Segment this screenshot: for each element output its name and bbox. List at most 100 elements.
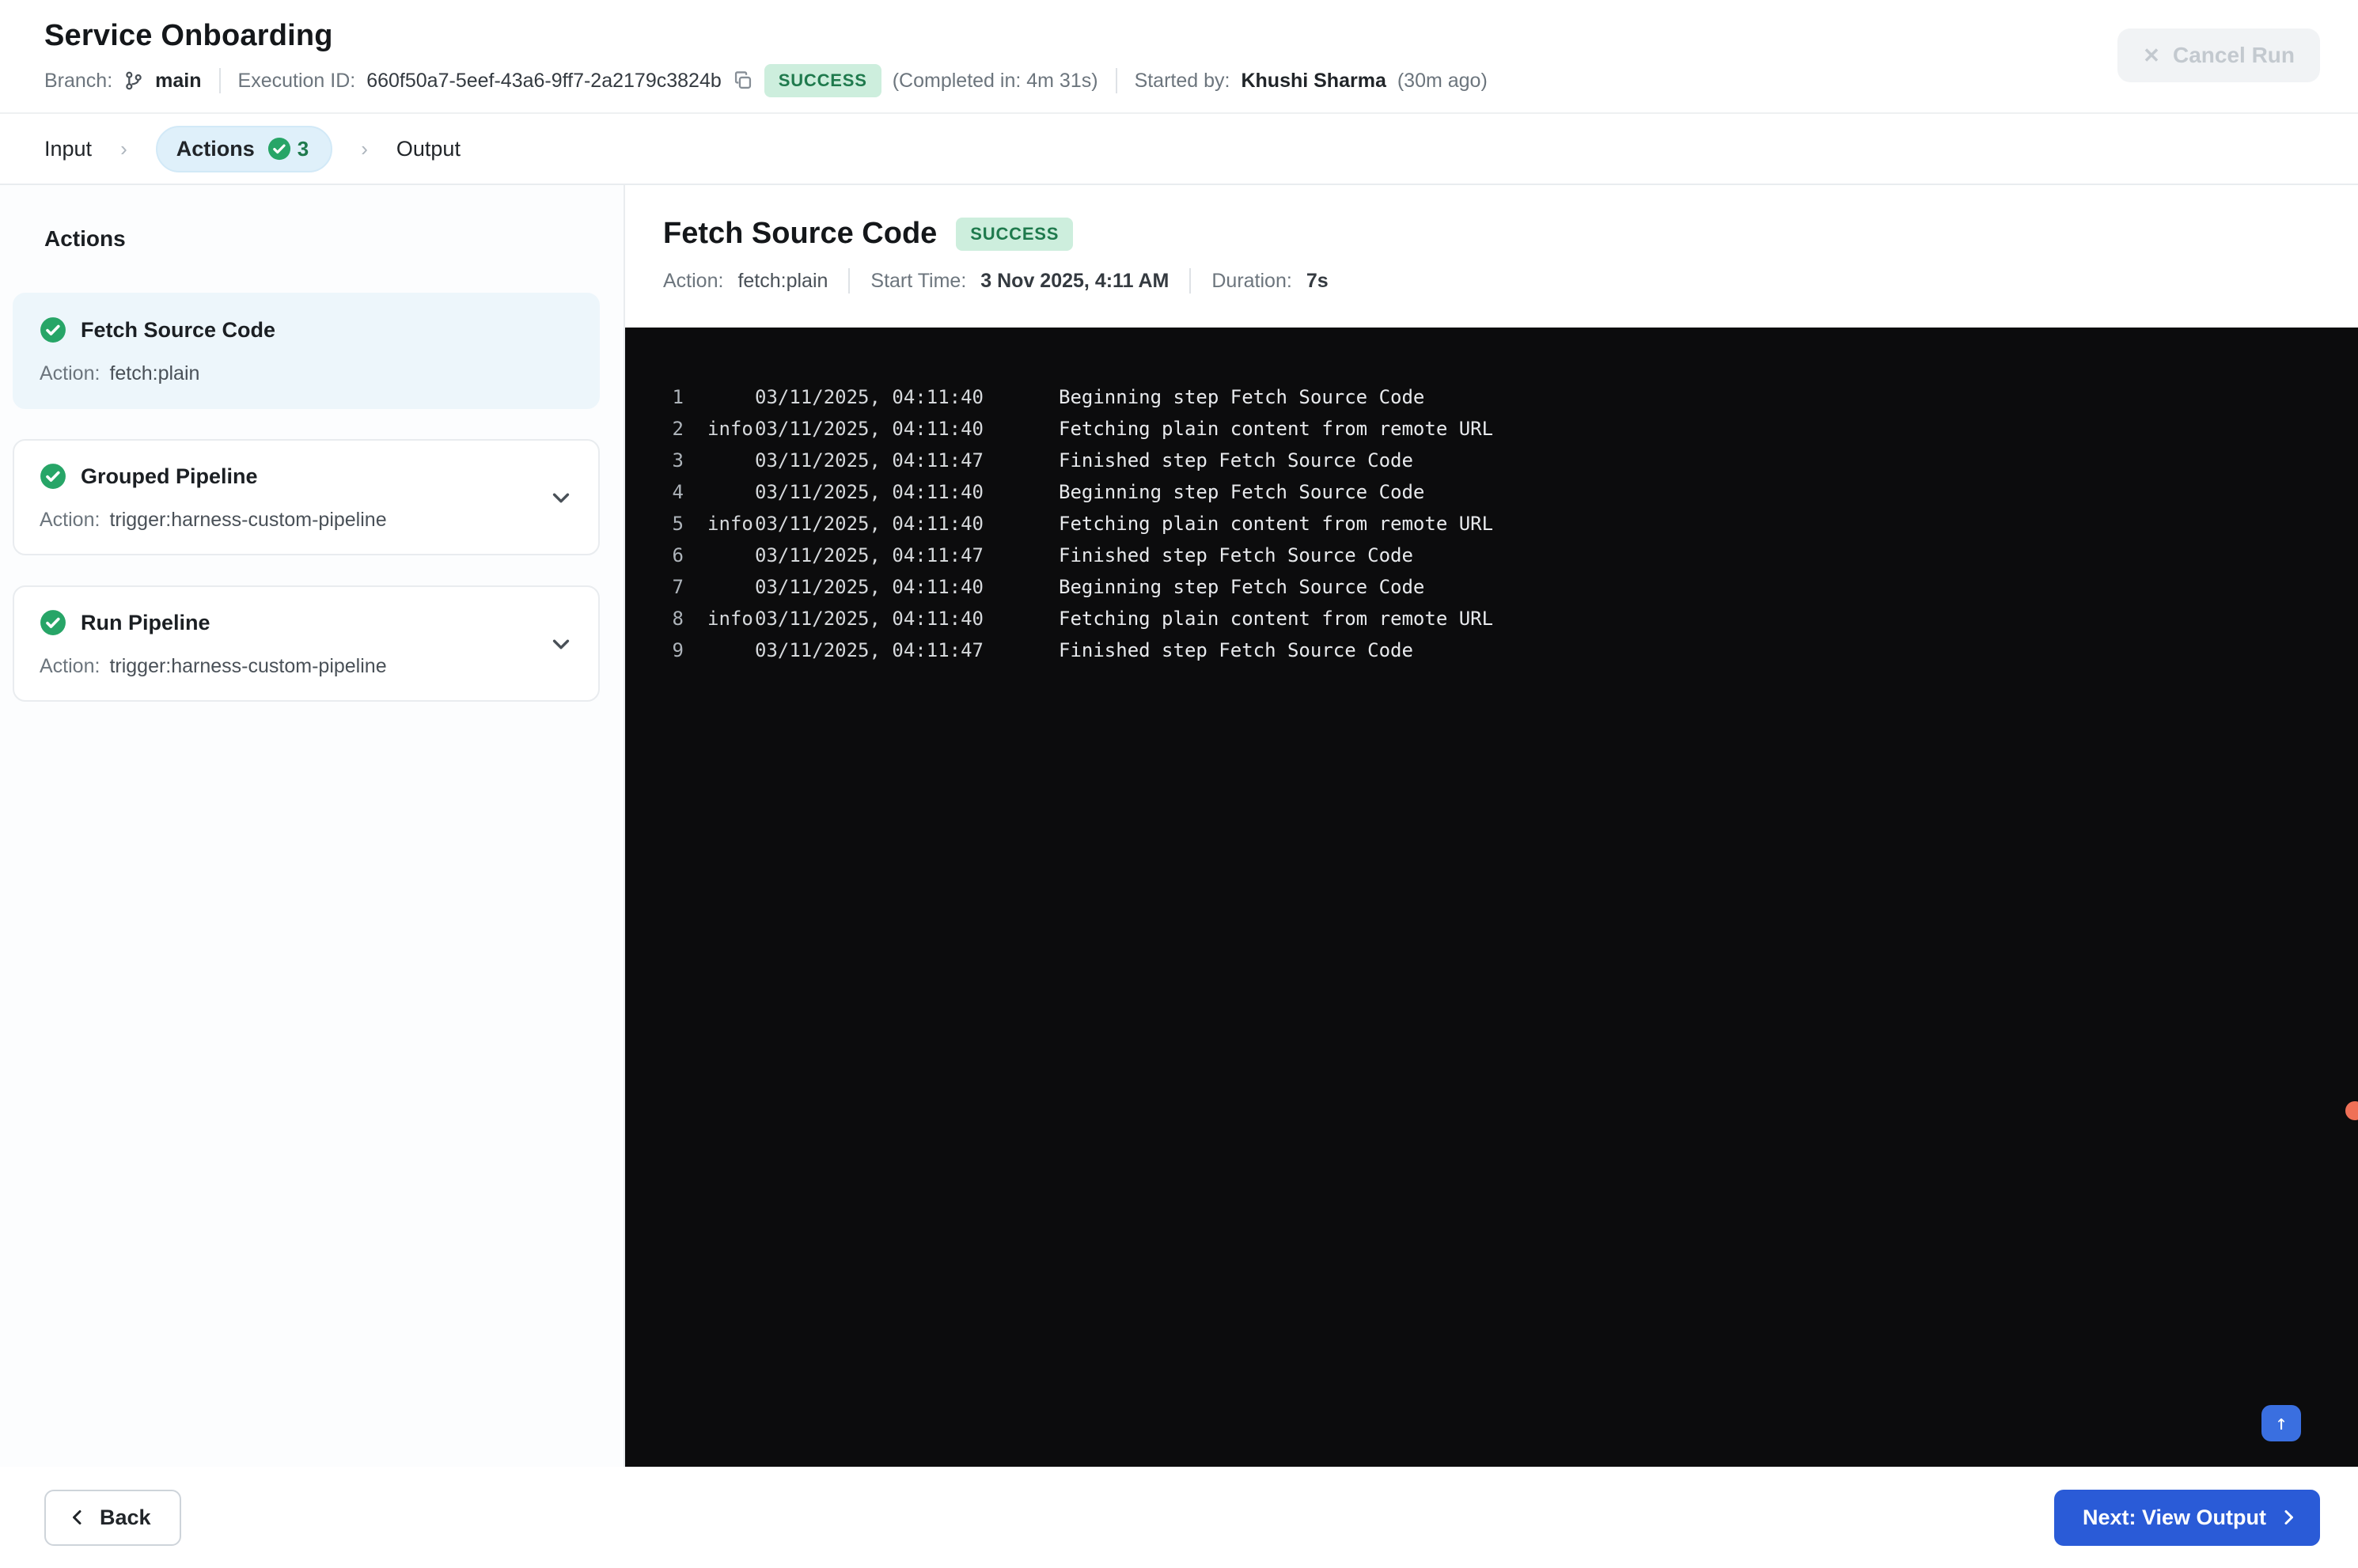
start-time-label: Start Time: — [870, 269, 967, 292]
execution-meta-row: Branch: main Execution ID: 660f50a7-5eef… — [44, 64, 2320, 97]
chevron-down-icon[interactable] — [549, 632, 573, 656]
page-footer: Back Next: View Output — [0, 1467, 2358, 1568]
cancel-run-button[interactable]: ✕ Cancel Run — [2117, 28, 2320, 82]
cancel-run-label: Cancel Run — [2172, 43, 2295, 67]
action-card-subtitle: Action: trigger:harness-custom-pipeline — [40, 509, 573, 532]
action-label: Action: — [40, 362, 100, 384]
started-by-name: Khushi Sharma — [1241, 69, 1386, 92]
log-line: 9 03/11/2025, 04:11:47 Finished step Fet… — [660, 634, 2358, 666]
log-timestamp: 03/11/2025, 04:11:47 — [755, 449, 984, 472]
action-status-badge: SUCCESS — [956, 217, 1074, 251]
log-lines: 1 03/11/2025, 04:11:40 Beginning step Fe… — [660, 381, 2358, 666]
log-timestamp: 03/11/2025, 04:11:47 — [755, 639, 984, 661]
content-area: Actions Fetch Source Code Action: fetch:… — [0, 185, 2358, 1467]
log-timestamp: 03/11/2025, 04:11:40 — [755, 481, 984, 503]
git-branch-icon — [123, 70, 144, 91]
log-line: 6 03/11/2025, 04:11:47 Finished step Fet… — [660, 540, 2358, 571]
log-line-number: 6 — [672, 544, 684, 566]
notification-dot — [2345, 1101, 2358, 1120]
execution-id-value: 660f50a7-5eef-43a6-9ff7-2a2179c3824b — [366, 69, 722, 92]
started-ago-text: (30m ago) — [1397, 69, 1488, 92]
start-time-value: 3 Nov 2025, 4:11 AM — [980, 269, 1170, 292]
log-timestamp: 03/11/2025, 04:11:40 — [755, 386, 984, 408]
log-level — [707, 445, 755, 476]
action-card-title: Fetch Source Code — [81, 317, 276, 342]
scroll-to-top-button[interactable]: ↑ — [2261, 1405, 2301, 1441]
log-message: Fetching plain content from remote URL — [1059, 418, 1494, 440]
copy-icon[interactable] — [733, 70, 753, 91]
log-message: Beginning step Fetch Source Code — [1059, 386, 1425, 408]
page-header: Service Onboarding Branch: main Executio… — [0, 0, 2358, 112]
log-message: Finished step Fetch Source Code — [1059, 449, 1413, 472]
log-line-number: 7 — [672, 576, 684, 598]
log-line-number: 1 — [672, 386, 684, 408]
action-label: Action: — [40, 509, 100, 531]
action-value: trigger:harness-custom-pipeline — [109, 655, 387, 677]
action-card-subtitle: Action: trigger:harness-custom-pipeline — [40, 655, 573, 678]
log-level — [707, 476, 755, 508]
action-card-title: Grouped Pipeline — [81, 464, 258, 488]
divider — [218, 68, 221, 93]
service-onboarding-page: Service Onboarding Branch: main Executio… — [0, 0, 2358, 1568]
close-icon: ✕ — [2143, 43, 2160, 67]
log-timestamp: 03/11/2025, 04:11:40 — [755, 513, 984, 535]
actions-count-badge: 3 — [267, 137, 309, 161]
log-console: 1 03/11/2025, 04:11:40 Beginning step Fe… — [625, 328, 2358, 1467]
log-line-number: 2 — [672, 418, 684, 440]
success-check-icon — [40, 609, 66, 636]
log-line: 3 03/11/2025, 04:11:47 Finished step Fet… — [660, 445, 2358, 476]
tab-output[interactable]: Output — [396, 137, 461, 161]
status-badge: SUCCESS — [764, 64, 881, 97]
next-view-output-button[interactable]: Next: View Output — [2053, 1489, 2320, 1546]
execution-id-label: Execution ID: — [237, 69, 356, 92]
log-level: info — [707, 608, 753, 630]
sidebar-heading: Actions — [44, 226, 126, 251]
chevron-right-icon: › — [120, 136, 127, 161]
action-card-title: Run Pipeline — [81, 610, 210, 634]
success-check-icon — [267, 137, 291, 161]
tab-actions[interactable]: Actions 3 — [155, 125, 333, 172]
action-card[interactable]: Grouped Pipeline Action: trigger:harness… — [13, 439, 600, 555]
action-value: fetch:plain — [737, 269, 828, 292]
completed-in-text: (Completed in: 4m 31s) — [892, 69, 1098, 92]
wizard-stepper: Input › Actions 3 › Output — [0, 112, 2358, 185]
log-level: info — [707, 418, 753, 440]
branch-label: Branch: — [44, 69, 113, 92]
page-title: Service Onboarding — [44, 19, 333, 52]
action-label: Action: — [40, 655, 100, 677]
back-button-label: Back — [100, 1505, 151, 1529]
log-level — [707, 381, 755, 413]
log-line: 5 info 03/11/2025, 04:11:40 Fetching pla… — [660, 508, 2358, 540]
success-check-icon — [40, 463, 66, 490]
back-button[interactable]: Back — [44, 1489, 181, 1546]
log-line: 4 03/11/2025, 04:11:40 Beginning step Fe… — [660, 476, 2358, 508]
log-message: Fetching plain content from remote URL — [1059, 608, 1494, 630]
divider — [1189, 268, 1192, 294]
actions-count: 3 — [297, 136, 309, 161]
action-detail-header: Fetch Source Code SUCCESS Action: fetch:… — [625, 185, 2358, 328]
log-level: info — [707, 513, 753, 535]
log-level — [707, 634, 755, 666]
chevron-right-icon — [2279, 1508, 2298, 1527]
log-message: Beginning step Fetch Source Code — [1059, 576, 1425, 598]
log-level — [707, 540, 755, 571]
log-line-number: 4 — [672, 481, 684, 503]
next-button-label: Next: View Output — [2082, 1505, 2266, 1529]
tab-input[interactable]: Input — [44, 137, 92, 161]
branch-name: main — [155, 69, 202, 92]
action-card[interactable]: Fetch Source Code Action: fetch:plain — [13, 293, 600, 409]
log-line: 2 info 03/11/2025, 04:11:40 Fetching pla… — [660, 413, 2358, 445]
log-message: Finished step Fetch Source Code — [1059, 639, 1413, 661]
duration-value: 7s — [1306, 269, 1329, 292]
log-timestamp: 03/11/2025, 04:11:40 — [755, 418, 984, 440]
arrow-up-icon: ↑ — [2275, 1411, 2288, 1435]
log-message: Beginning step Fetch Source Code — [1059, 481, 1425, 503]
tab-actions-label: Actions — [176, 136, 255, 161]
log-message: Finished step Fetch Source Code — [1059, 544, 1413, 566]
duration-label: Duration: — [1211, 269, 1292, 292]
divider — [1115, 68, 1117, 93]
chevron-down-icon[interactable] — [549, 486, 573, 509]
log-timestamp: 03/11/2025, 04:11:47 — [755, 544, 984, 566]
log-line-number: 9 — [672, 639, 684, 661]
action-card[interactable]: Run Pipeline Action: trigger:harness-cus… — [13, 585, 600, 702]
